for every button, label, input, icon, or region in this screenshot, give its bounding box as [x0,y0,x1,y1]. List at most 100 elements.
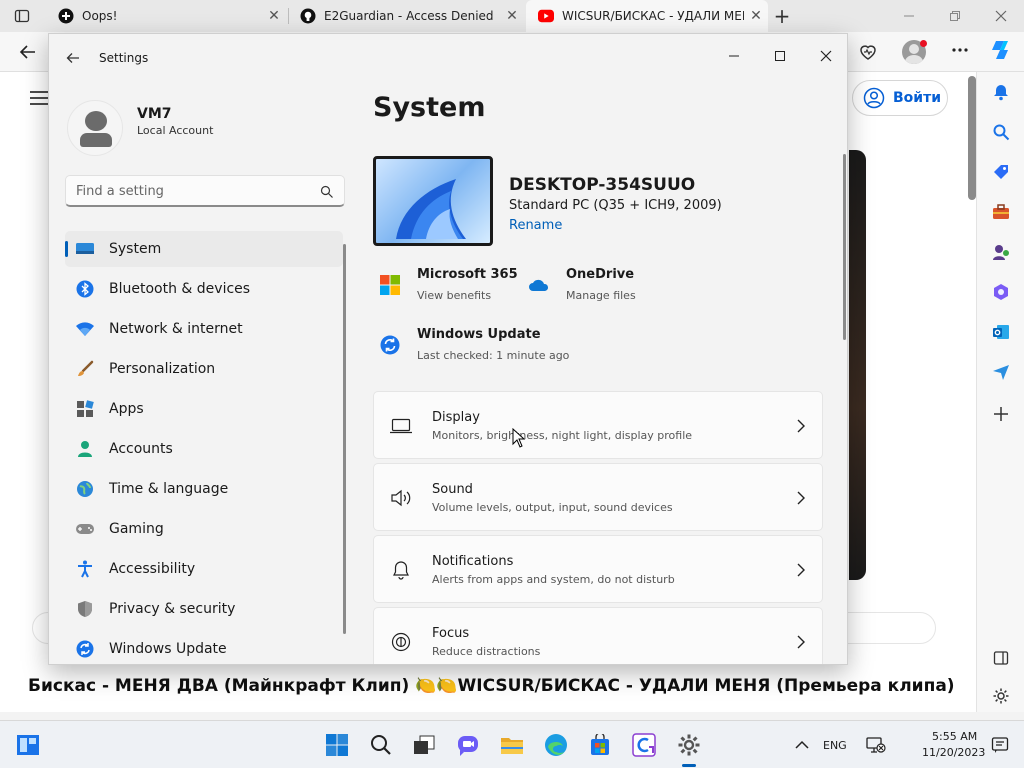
shopping-tag-icon[interactable] [991,162,1011,182]
gamepad-icon [75,519,95,539]
nav-item-personalization[interactable]: Personalization [65,351,343,387]
nav-item-accounts[interactable]: Accounts [65,431,343,467]
microsoft-365-icon[interactable] [991,282,1011,302]
more-options-icon[interactable] [950,40,970,60]
device-model: Standard PC (Q35 + ICH9, 2009) [509,198,722,213]
clock-date[interactable]: 11/20/2023 [922,746,985,759]
nav-item-windows-update[interactable]: Windows Update [65,631,343,664]
outlook-icon[interactable] [991,322,1011,342]
chevron-up-icon[interactable] [790,733,814,757]
nav-label: Personalization [109,361,216,377]
nav-label: Accounts [109,441,173,457]
send-icon[interactable] [991,362,1011,382]
nav-item-network[interactable]: Network & internet [65,311,343,347]
toolbox-icon[interactable] [991,202,1011,222]
nav-item-system[interactable]: System [65,231,343,267]
nav-label: Gaming [109,521,164,537]
settings-app-icon[interactable] [677,733,701,757]
store-icon[interactable] [588,733,612,757]
settings-search-input[interactable]: Find a setting [65,175,345,207]
youtube-login-button[interactable]: Войти [852,80,948,116]
nav-item-bluetooth[interactable]: Bluetooth & devices [65,271,343,307]
hamburger-menu-icon[interactable] [30,90,48,105]
close-icon[interactable] [803,40,847,72]
widgets-icon[interactable] [16,733,40,757]
search-icon[interactable] [991,122,1011,142]
tab-actions-icon[interactable] [14,8,30,24]
add-icon[interactable] [991,404,1011,424]
card-title: Sound [432,482,473,497]
browser-tab-wicsur[interactable]: WICSUR/БИСКАС - УДАЛИ МЕНЯ ✕ [526,0,768,32]
nav-item-privacy-security[interactable]: Privacy & security [65,591,343,627]
notifications-card[interactable]: Notifications Alerts from apps and syste… [373,535,823,603]
tab-title: E2Guardian - Access Denied [324,9,494,23]
sidebar-toggle-icon[interactable] [991,648,1011,668]
browser-essentials-icon[interactable] [858,42,878,62]
video-player[interactable] [849,150,866,580]
windows-update-title[interactable]: Windows Update [417,327,541,342]
rename-link[interactable]: Rename [509,218,562,233]
close-tab-icon[interactable]: ✕ [500,8,524,24]
search-icon[interactable] [369,733,393,757]
notification-center-icon[interactable] [988,733,1012,757]
card-subtitle: Monitors, brightness, night light, displ… [432,429,693,442]
accounts-icon [75,439,95,459]
onedrive-title[interactable]: OneDrive [566,267,634,282]
new-tab-button[interactable]: + [772,6,792,26]
copilot-icon[interactable] [990,38,1014,62]
nav-item-accessibility[interactable]: Accessibility [65,551,343,587]
user-avatar-icon[interactable] [67,100,123,156]
browser-tab-bar: Oops! ✕ E2Guardian - Access Denied ✕ WIC… [0,0,1024,32]
edge-browser-icon[interactable] [544,733,568,757]
active-app-indicator [682,764,696,767]
close-tab-icon[interactable]: ✕ [262,8,286,24]
gear-icon[interactable] [991,686,1011,706]
restore-icon[interactable] [932,0,978,32]
video-title: Бискас - МЕНЯ ДВА (Майнкрафт Клип) 🍋🍋WIC… [28,676,955,696]
close-tab-icon[interactable]: ✕ [744,8,768,24]
window-title: Settings [99,51,149,65]
terminal-app-icon[interactable] [632,733,656,757]
language-indicator[interactable]: ENG [823,739,847,752]
brush-icon [75,359,95,379]
microsoft-365-title[interactable]: Microsoft 365 [417,267,518,282]
maximize-icon[interactable] [757,40,803,72]
system-icon [75,239,95,259]
microsoft-365-icon[interactable] [379,274,401,296]
page-scrollbar[interactable] [968,72,976,200]
search-placeholder: Find a setting [76,184,164,199]
browser-tab-e2guardian[interactable]: E2Guardian - Access Denied ✕ [288,0,524,32]
bell-icon[interactable] [991,82,1011,102]
minimize-icon[interactable] [711,40,757,72]
games-icon[interactable] [991,242,1011,262]
onedrive-icon[interactable] [528,274,550,296]
nav-scrollbar[interactable] [343,244,346,634]
bluetooth-icon [75,279,95,299]
chat-icon[interactable] [456,733,480,757]
microsoft-365-sub: View benefits [417,289,492,302]
clock-time[interactable]: 5:55 AM [932,730,977,743]
close-window-icon[interactable] [978,0,1024,32]
back-arrow-icon[interactable] [18,42,38,62]
nav-item-gaming[interactable]: Gaming [65,511,343,547]
file-explorer-icon[interactable] [500,733,524,757]
windows-update-icon[interactable] [379,334,401,356]
back-arrow-icon[interactable] [63,48,83,68]
sound-card[interactable]: Sound Volume levels, output, input, soun… [373,463,823,531]
content-scrollbar[interactable] [843,154,846,340]
chevron-right-icon [796,634,806,649]
device-name: DESKTOP-354SUUO [509,175,696,195]
nav-label: Network & internet [109,321,243,337]
accessibility-icon [75,559,95,579]
nav-item-time-language[interactable]: Time & language [65,471,343,507]
task-view-icon[interactable] [412,733,436,757]
display-card[interactable]: Display Monitors, brightness, night ligh… [373,391,823,459]
nav-item-apps[interactable]: Apps [65,391,343,427]
minimize-icon[interactable] [886,0,932,32]
network-status-icon[interactable] [864,733,888,757]
focus-card[interactable]: Focus Reduce distractions [373,607,823,664]
browser-tab-oops[interactable]: Oops! ✕ [46,0,286,32]
globe-icon [75,479,95,499]
start-windows-icon[interactable] [325,733,349,757]
display-icon [390,416,412,436]
